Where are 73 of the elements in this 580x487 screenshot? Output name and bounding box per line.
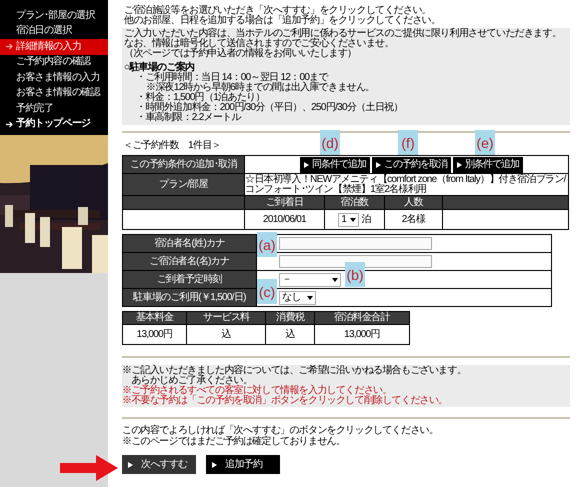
- notice-text: なお、情報は暗号化して送信されますのでご安心くださいませ。: [124, 39, 395, 49]
- column-header: 消費税: [266, 312, 314, 324]
- sidebar-item[interactable]: 予約トップページ: [0, 116, 108, 132]
- annotation-label: (b): [345, 262, 365, 287]
- parking-text: ・料金：1,500円（1泊あたり）: [135, 93, 265, 103]
- nights-select[interactable]: 1: [338, 212, 360, 226]
- caret-icon: [332, 278, 338, 282]
- triangle-icon: [212, 462, 217, 468]
- triangle-icon: [128, 462, 133, 468]
- booking-count: ＜ご予約件数 1件目＞: [123, 141, 221, 151]
- table-cell: 13,000円: [314, 324, 410, 344]
- sidebar-item[interactable]: 宿泊日の選択: [0, 24, 108, 39]
- caret-icon: [350, 218, 356, 222]
- note-text: ※ご記入いただきました内容については、ご希望に沿いかねる場合もございます。: [122, 366, 466, 376]
- unit-label: 泊: [361, 214, 371, 224]
- arrow-icon: [60, 455, 118, 481]
- next-button[interactable]: 次へすすむ: [122, 455, 196, 474]
- triangle-icon: [457, 162, 462, 168]
- arrow-icon: [6, 43, 13, 50]
- confirm-text: この内容でよろしければ「次へすすむ」のボタンをクリックしてください。: [122, 425, 440, 436]
- sidebar-item[interactable]: ご予約内容の確認: [0, 54, 108, 70]
- sidebar-item[interactable]: 予約完了: [0, 101, 108, 116]
- parking-text: ・車高制限：2.2メートル: [135, 113, 241, 123]
- dropdown[interactable]: －: [279, 272, 341, 286]
- sidebar-item[interactable]: お客さま情報の入力: [0, 70, 108, 86]
- table-cell: 込: [266, 324, 314, 344]
- text-field[interactable]: [279, 255, 432, 268]
- parking-text: ・時間外追加料金：200円/30分（平日）、250円/30分（土日祝）: [135, 103, 403, 113]
- triangle-icon: [304, 162, 309, 168]
- table-cell: 2010/06/01: [244, 210, 324, 230]
- sidebar-item[interactable]: プラン･部屋の選択: [0, 8, 108, 24]
- note-text: ※ご予約されるすべての客室に対して情報を入力してください。: [122, 386, 392, 396]
- dropdown[interactable]: なし: [279, 290, 316, 304]
- action-button[interactable]: 同条件で追加: [300, 156, 370, 172]
- action-button[interactable]: 別条件で追加: [453, 156, 523, 172]
- table-header: この予約条件の追加･取消: [122, 156, 244, 174]
- column-header: 人数: [384, 196, 442, 210]
- arrow-icon: [6, 120, 13, 128]
- annotation-label: (d): [320, 130, 340, 155]
- field-label: 宿泊者名(姓)カナ: [122, 234, 256, 252]
- annotation-label: (f): [398, 130, 418, 155]
- field-label: ご到着予定時刻: [122, 270, 256, 288]
- notice-text: ご入力いただいた内容は、当ホテルのご利用に係わるサービスのご提供に限り利用させていただきます。: [124, 29, 562, 39]
- field-label: 駐車場のご利用(￥1,500/日): [122, 288, 256, 306]
- sidebar-item[interactable]: お客さま情報の確認: [0, 86, 108, 101]
- confirm-text: ※このページではまだご予約は確定しておりません。: [122, 436, 346, 447]
- column-header: 基本料金: [122, 312, 186, 324]
- column-header: サービス料: [186, 312, 266, 324]
- sidebar-item[interactable]: 詳細情報の入力: [0, 39, 108, 54]
- column-header: ご到着日: [244, 196, 324, 210]
- parking-text: ・ご利用時間：当日 14：00～翌日 12：00まで: [136, 73, 328, 83]
- action-button[interactable]: この予約を取消: [372, 156, 451, 172]
- table-cell: 2名様: [384, 210, 442, 230]
- intro-text: ご宿泊施設等をお選びいただき「次へすすむ」をクリックしてください。: [124, 6, 432, 16]
- text-field[interactable]: [279, 237, 432, 250]
- note-text: ※不要な予約は「この予約を取消」ボタンをクリックして削除してください。: [122, 396, 448, 406]
- table-header: プラン/部屋: [122, 174, 244, 196]
- field-label: ご宿泊者名(名)カナ: [122, 252, 256, 270]
- table-cell: 込: [186, 324, 266, 344]
- annotation-label: (e): [475, 130, 495, 155]
- note-text: あらかじめご了承ください。: [130, 376, 252, 386]
- intro-text: 他のお部屋、日程を追加する場合は「追加予約」をクリックしてください。: [124, 16, 442, 26]
- parking-text: ※深夜12時から早朝6時までの間は出入庫できません。: [146, 83, 374, 93]
- notice-text: （次ページでは予約申込者の情報をお伺いいたします）: [124, 49, 358, 59]
- triangle-icon: [376, 162, 381, 168]
- column-header: 宿泊料金合計: [314, 312, 410, 324]
- annotation-label: (a): [257, 232, 277, 257]
- annotation-label: (c): [257, 279, 277, 304]
- add-booking-button[interactable]: 追加予約: [206, 455, 280, 474]
- parking-title: ○駐車場のご案内: [124, 63, 196, 73]
- table-cell: 13,000円: [122, 324, 186, 344]
- column-header: 宿泊数: [324, 196, 384, 210]
- caret-icon: [306, 296, 313, 300]
